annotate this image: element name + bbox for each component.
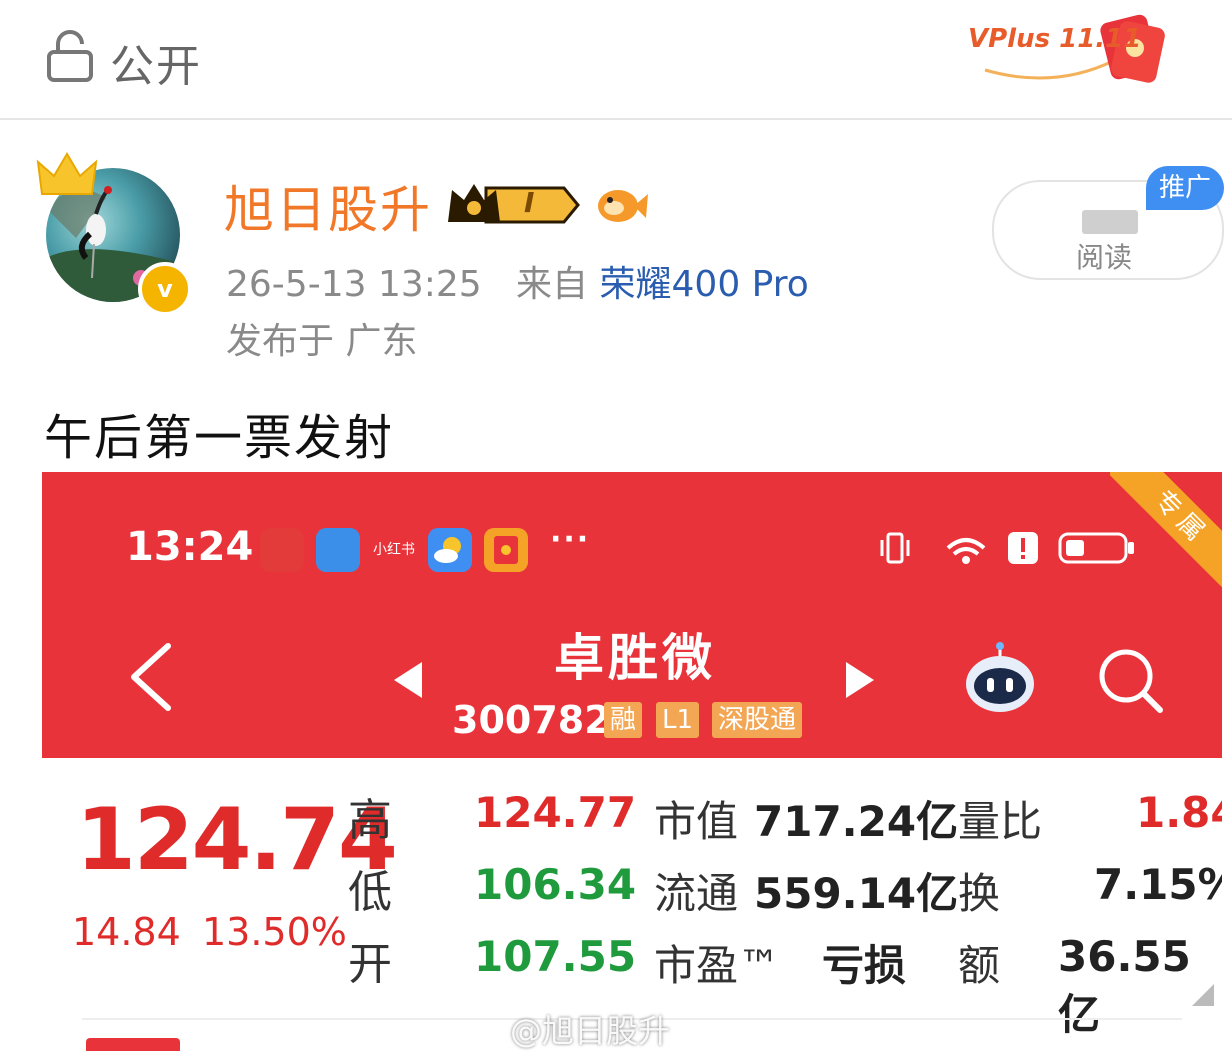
open-value: 107.55	[474, 932, 637, 981]
read-label: 阅读	[1076, 241, 1133, 274]
low-label: 低	[348, 867, 392, 918]
watermark: @旭日股升	[510, 1012, 671, 1050]
read-count-blurred	[1082, 210, 1138, 234]
more-status-icons: ···	[550, 522, 591, 557]
high-label: 高	[348, 795, 392, 846]
status-right-icons	[880, 532, 1134, 564]
robot-assistant-icon[interactable]	[960, 640, 1040, 716]
post-image[interactable]: 专属 13:24 小红书 ··· 卓胜微 300782 融 L1 深股通 124…	[42, 472, 1222, 1051]
vplus-label: VPlus 11.11	[968, 24, 1142, 54]
member-badge-icon[interactable]	[446, 180, 582, 230]
high-value: 124.77	[474, 788, 637, 837]
float-label: 流通	[654, 869, 739, 918]
post-location: 发布于 广东	[226, 321, 418, 362]
post-meta: 26-5-13 13:25 来自 荣耀400 Pro	[226, 255, 809, 307]
xiaohongshu-app-icon: 小红书	[372, 528, 416, 572]
vibrate-icon	[880, 532, 910, 564]
from-label: 来自	[516, 264, 589, 305]
prev-stock-icon[interactable]	[394, 662, 424, 698]
red-envelope-app-icon	[484, 528, 528, 572]
post-time: 26-5-13 13:25	[226, 264, 482, 305]
member-level: I	[524, 186, 535, 219]
bottom-red-tag	[86, 1038, 180, 1051]
alert-icon	[1008, 532, 1038, 564]
tag-shenzhen-connect: 深股通	[712, 702, 803, 738]
wifi-icon	[946, 538, 986, 564]
next-stock-icon[interactable]	[844, 662, 874, 698]
volume-ratio-label: 量比	[958, 797, 1043, 846]
post-text: 午后第一票发射	[44, 410, 395, 466]
price-change: 14.84	[72, 910, 181, 954]
mcap-label: 市值	[654, 797, 739, 846]
author-name[interactable]: 旭日股升	[224, 170, 432, 242]
weather-app-icon	[428, 528, 472, 572]
status-time: 13:24	[126, 524, 254, 570]
expand-corner-icon[interactable]	[1192, 984, 1214, 1006]
tag-margin: 融	[604, 702, 643, 738]
battery-icon	[1058, 532, 1134, 564]
price-change-pct: 13.50%	[202, 910, 347, 954]
device-link[interactable]: 荣耀400 Pro	[600, 264, 809, 305]
turnover-value: 7.15%	[1094, 860, 1222, 909]
verified-icon: v	[138, 262, 192, 316]
open-label: 开	[348, 939, 392, 990]
privacy-label[interactable]: 公开	[110, 30, 202, 94]
search-icon[interactable]	[1096, 646, 1166, 716]
stock-code: 300782	[452, 698, 611, 742]
mcap-value: 717.24亿	[754, 797, 959, 846]
amount-label: 额	[958, 941, 1001, 990]
fish-icon	[598, 190, 648, 222]
tag-level1: L1	[656, 702, 700, 738]
stock-name: 卓胜微	[554, 629, 716, 687]
back-arrow-icon[interactable]	[126, 642, 176, 712]
turnover-label: 换	[958, 869, 1001, 918]
promo-tag[interactable]: 推广	[1146, 166, 1224, 210]
float-value: 559.14亿	[754, 869, 959, 918]
pe-label: 市盈™	[654, 941, 781, 990]
crown-icon	[36, 152, 98, 195]
camera-status-icon	[260, 528, 304, 572]
volume-ratio-value: 1.84	[1136, 788, 1222, 837]
low-value: 106.34	[474, 860, 637, 909]
pe-value: 亏损	[822, 941, 907, 990]
lightbulb-app-icon	[316, 528, 360, 572]
lock-icon	[47, 30, 93, 82]
